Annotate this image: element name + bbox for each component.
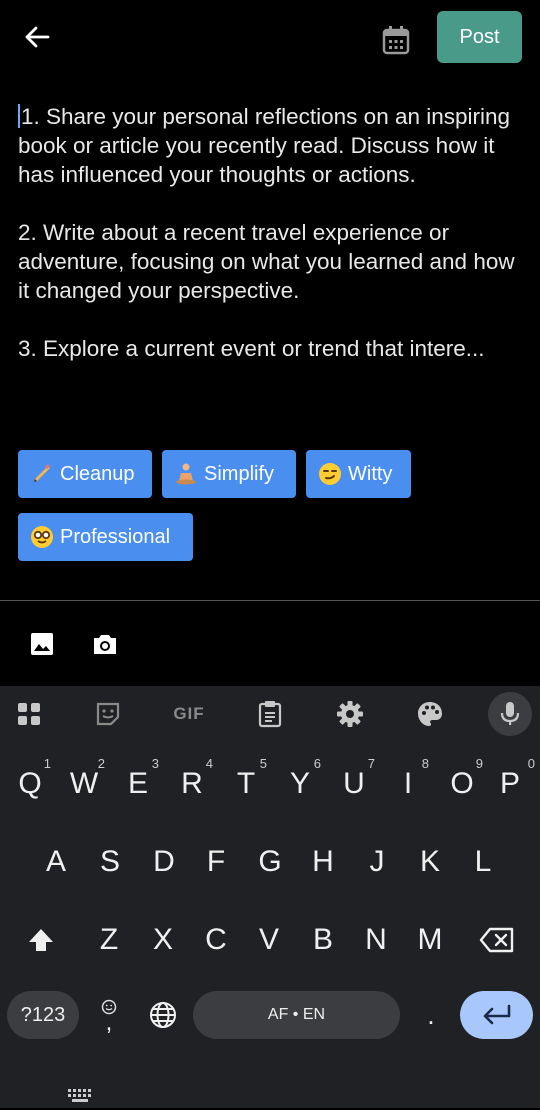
simplify-label: Simplify xyxy=(204,462,275,485)
theme-button[interactable] xyxy=(408,692,452,736)
pencil-icon xyxy=(30,462,54,486)
palette-icon xyxy=(418,702,442,726)
settings-icon xyxy=(337,701,363,727)
witty-chip[interactable]: Witty xyxy=(306,450,411,498)
add-image-button[interactable] xyxy=(24,626,60,662)
paragraph-3: 3. Explore a current event or trend that… xyxy=(18,336,485,361)
post-button[interactable]: Post xyxy=(437,11,522,63)
backspace-key[interactable] xyxy=(470,912,524,968)
enter-key[interactable] xyxy=(460,991,533,1039)
shift-icon xyxy=(29,929,53,951)
professional-label: Professional xyxy=(60,525,171,548)
keyboard-row-1: Q1 W2 E3 R4 T5 Y6 U7 I8 O9 P0 xyxy=(0,756,540,812)
key-x[interactable]: X xyxy=(136,912,190,968)
key-u[interactable]: U7 xyxy=(327,756,381,812)
key-f[interactable]: F xyxy=(189,834,243,890)
key-z[interactable]: Z xyxy=(82,912,136,968)
key-s[interactable]: S xyxy=(83,834,137,890)
key-b[interactable]: B xyxy=(296,912,350,968)
paragraph-1: 1. Share your personal reflections on an… xyxy=(18,102,528,189)
comma-key[interactable]: , xyxy=(82,990,136,1040)
keyboard xyxy=(0,686,540,1108)
meditation-icon xyxy=(174,462,198,486)
backspace-icon xyxy=(479,927,514,953)
shift-key[interactable] xyxy=(14,912,68,968)
space-key[interactable]: AF • EN xyxy=(193,991,400,1039)
mic-icon xyxy=(500,702,520,725)
voice-input-button[interactable] xyxy=(488,692,532,736)
enter-icon xyxy=(483,1004,510,1025)
image-icon xyxy=(31,633,53,655)
keyboard-settings-button[interactable] xyxy=(328,692,372,736)
sticker-icon xyxy=(96,702,120,726)
key-q[interactable]: Q1 xyxy=(3,756,57,812)
globe-icon xyxy=(150,1002,176,1028)
key-i[interactable]: I8 xyxy=(381,756,435,812)
comma-label: , xyxy=(105,1009,113,1036)
sticker-button[interactable] xyxy=(86,692,130,736)
keyboard-apps-button[interactable] xyxy=(7,692,51,736)
key-a[interactable]: A xyxy=(29,834,83,890)
divider xyxy=(0,600,540,601)
arrow-left-icon xyxy=(25,26,50,48)
clipboard-icon xyxy=(258,701,282,728)
schedule-button[interactable] xyxy=(378,22,414,58)
key-l[interactable]: L xyxy=(456,834,510,890)
keyboard-row-3: Z X C V B N M xyxy=(0,912,540,968)
key-y[interactable]: Y6 xyxy=(273,756,327,812)
calendar-icon xyxy=(382,26,410,55)
back-button[interactable] xyxy=(18,20,56,54)
clipboard-button[interactable] xyxy=(248,692,292,736)
key-t[interactable]: T5 xyxy=(219,756,273,812)
period-key[interactable]: . xyxy=(404,990,458,1040)
professional-chip[interactable]: Professional xyxy=(18,513,193,561)
key-p[interactable]: P0 xyxy=(483,756,537,812)
nerd-face-icon xyxy=(30,525,54,549)
key-w[interactable]: W2 xyxy=(57,756,111,812)
key-v[interactable]: V xyxy=(242,912,296,968)
keyboard-icon xyxy=(68,1089,91,1102)
language-key[interactable] xyxy=(136,990,190,1040)
key-o[interactable]: O9 xyxy=(435,756,489,812)
key-g[interactable]: G xyxy=(243,834,297,890)
witty-label: Witty xyxy=(348,462,393,485)
camera-icon xyxy=(94,635,116,654)
key-r[interactable]: R4 xyxy=(165,756,219,812)
key-j[interactable]: J xyxy=(350,834,404,890)
key-e[interactable]: E3 xyxy=(111,756,165,812)
smirk-face-icon xyxy=(318,462,342,486)
cleanup-chip[interactable]: Cleanup xyxy=(18,450,152,498)
cleanup-label: Cleanup xyxy=(60,462,135,485)
camera-button[interactable] xyxy=(87,626,123,662)
key-d[interactable]: D xyxy=(137,834,191,890)
key-c[interactable]: C xyxy=(189,912,243,968)
text-cursor xyxy=(18,104,20,128)
keyboard-switcher-button[interactable] xyxy=(66,1087,94,1105)
simplify-chip[interactable]: Simplify xyxy=(162,450,296,498)
key-k[interactable]: K xyxy=(403,834,457,890)
gif-button[interactable]: GIF xyxy=(167,692,211,736)
paragraph-1-text: 1. Share your personal reflections on an… xyxy=(18,104,511,187)
post-text-editor[interactable]: 1. Share your personal reflections on an… xyxy=(18,102,528,392)
apps-icon xyxy=(18,703,40,725)
key-m[interactable]: M xyxy=(403,912,457,968)
symbols-key[interactable]: ?123 xyxy=(7,991,79,1039)
paragraph-2: 2. Write about a recent travel experienc… xyxy=(18,220,515,303)
key-h[interactable]: H xyxy=(296,834,350,890)
keyboard-row-2: A S D F G H J K L xyxy=(0,834,540,890)
key-n[interactable]: N xyxy=(349,912,403,968)
